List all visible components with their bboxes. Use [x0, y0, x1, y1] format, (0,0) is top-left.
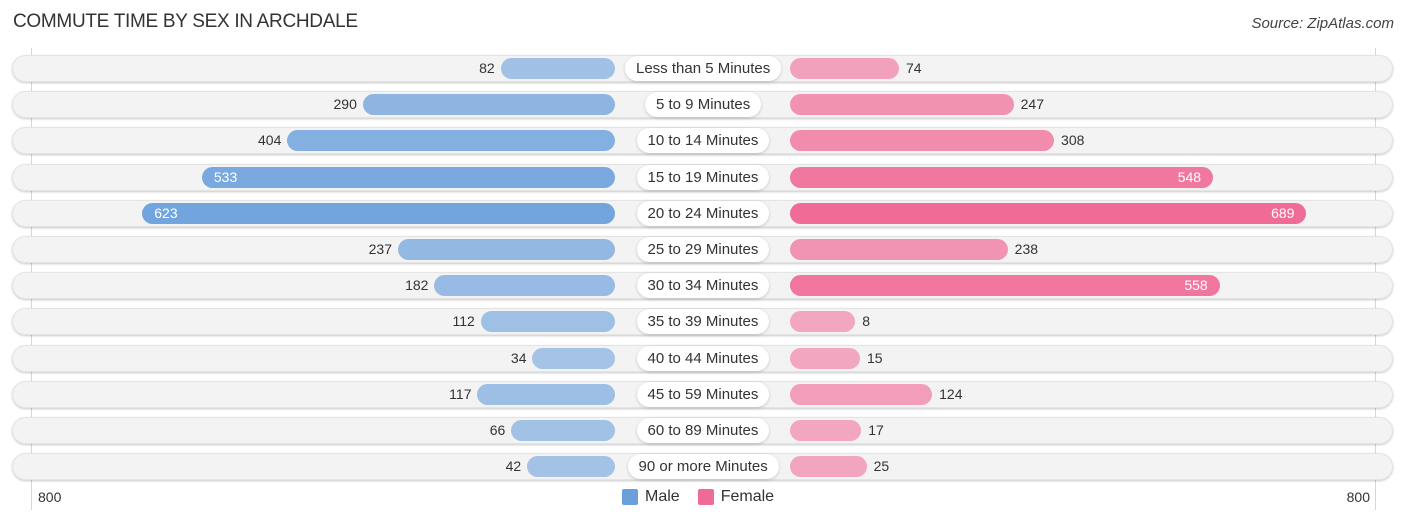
legend-label-female: Female [720, 488, 775, 505]
category-label: 5 to 9 Minutes [645, 92, 762, 117]
category-label: 90 or more Minutes [627, 454, 779, 479]
bar-female[interactable] [790, 420, 862, 441]
value-label-female: 8 [862, 313, 871, 329]
legend: Male Female [622, 488, 784, 506]
bar-male[interactable] [511, 420, 615, 441]
bar-male[interactable] [142, 203, 615, 224]
value-label-female: 74 [906, 60, 922, 76]
category-label: 10 to 14 Minutes [636, 128, 770, 153]
bar-female[interactable] [790, 311, 856, 332]
bar-male[interactable] [201, 167, 615, 188]
bar-female[interactable] [790, 130, 1055, 151]
bar-female[interactable] [790, 456, 867, 477]
category-label: 15 to 19 Minutes [636, 165, 770, 190]
category-label: 45 to 59 Minutes [636, 382, 770, 407]
bar-male[interactable] [532, 348, 615, 369]
value-label-female: 548 [1177, 169, 1202, 185]
category-label: 40 to 44 Minutes [636, 346, 770, 371]
value-label-female: 247 [1020, 96, 1044, 112]
category-label: 30 to 34 Minutes [636, 273, 770, 298]
bar-female[interactable] [790, 167, 1214, 188]
value-label-male: 112 [452, 313, 475, 329]
legend-label-male: Male [645, 488, 680, 505]
value-label-male: 182 [405, 277, 429, 293]
bar-female[interactable] [790, 203, 1307, 224]
bar-female[interactable] [790, 348, 860, 369]
value-label-male: 404 [258, 132, 282, 148]
bar-male[interactable] [480, 311, 615, 332]
category-label: 60 to 89 Minutes [636, 418, 770, 443]
bar-male[interactable] [477, 384, 615, 405]
value-label-female: 25 [873, 458, 890, 474]
value-label-male: 42 [505, 458, 522, 474]
bar-female[interactable] [790, 239, 1008, 260]
value-label-female: 308 [1061, 132, 1085, 148]
category-label: 35 to 39 Minutes [636, 309, 770, 334]
bar-male[interactable] [527, 456, 615, 477]
value-label-male: 290 [333, 96, 357, 112]
value-label-male: 533 [213, 169, 238, 185]
value-label-female: 124 [939, 386, 963, 402]
bar-female[interactable] [790, 94, 1014, 115]
legend-swatch-male [622, 489, 638, 505]
value-label-male: 34 [510, 350, 527, 366]
right-axis-tick: 800 [1346, 489, 1370, 505]
value-label-male: 623 [154, 205, 178, 221]
value-label-male: 237 [368, 241, 392, 257]
category-label: 20 to 24 Minutes [636, 201, 770, 226]
value-label-male: 66 [489, 422, 506, 438]
legend-item-male[interactable]: Male [622, 488, 680, 506]
category-label: Less than 5 Minutes [625, 56, 782, 81]
bar-female[interactable] [790, 58, 900, 79]
value-label-male: 117 [449, 386, 472, 402]
value-label-male: 82 [479, 60, 495, 76]
bar-female[interactable] [790, 384, 933, 405]
value-label-female: 238 [1014, 241, 1039, 257]
value-label-female: 558 [1184, 277, 1208, 293]
category-label: 25 to 29 Minutes [636, 237, 770, 262]
legend-item-female[interactable]: Female [697, 488, 775, 506]
value-label-female: 15 [866, 350, 883, 366]
bar-male[interactable] [500, 58, 615, 79]
value-label-female: 689 [1271, 205, 1295, 221]
bar-male[interactable] [397, 239, 615, 260]
legend-swatch-female [697, 489, 714, 505]
bar-male[interactable] [362, 94, 615, 115]
bar-male[interactable] [287, 130, 615, 151]
left-axis-tick: 800 [38, 489, 62, 505]
bar-male[interactable] [434, 275, 615, 296]
value-label-female: 17 [868, 422, 884, 438]
bar-female[interactable] [790, 275, 1220, 296]
source-label: Source: ZipAtlas.com [1251, 15, 1394, 32]
chart-title: COMMUTE TIME BY SEX IN ARCHDALE [13, 11, 358, 32]
